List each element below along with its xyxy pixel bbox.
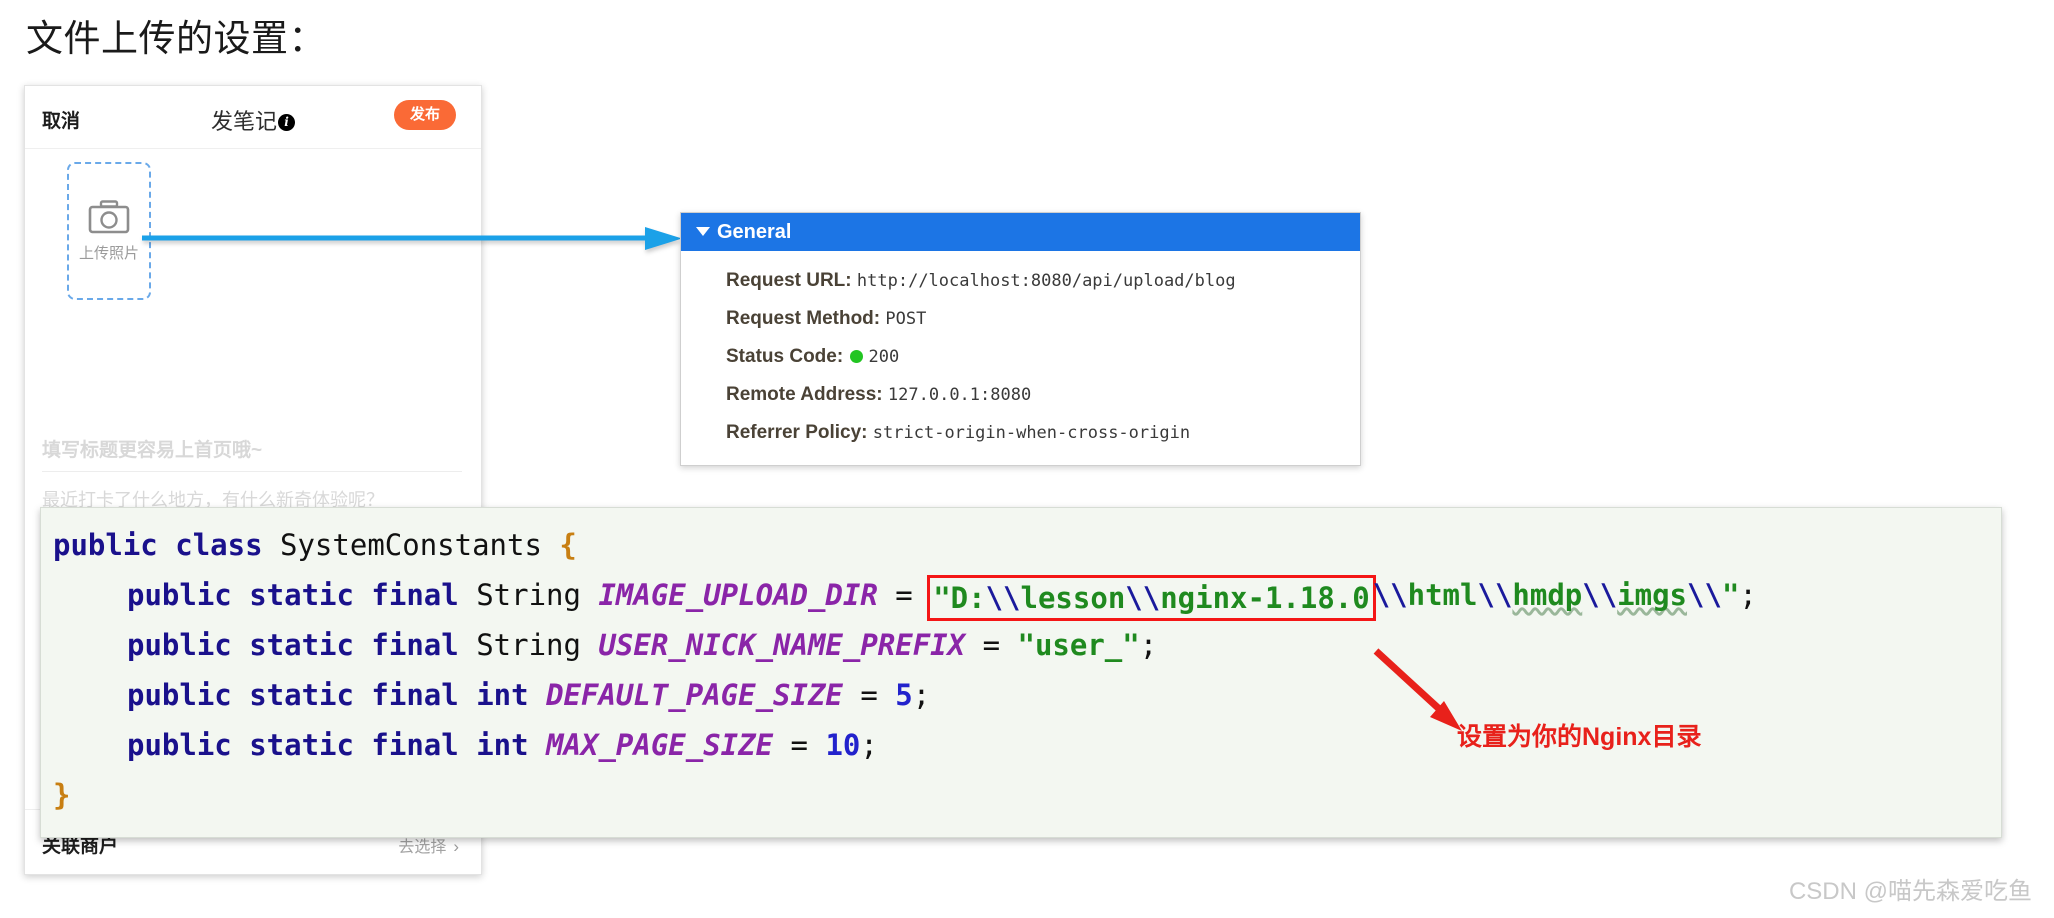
composer-title-text: 发笔记 [210,110,277,135]
str-part: " [1721,578,1740,612]
camera-icon [88,199,130,234]
highlighted-path-box: "D:\\lesson\\nginx-1.18.0 [927,575,1376,621]
table-row: Status Code: 200 [681,338,1360,376]
escape-part: \\ [985,581,1021,615]
number-literal: 10 [825,728,861,762]
row-value: http://localhost:8080/api/upload/blog [856,271,1236,291]
assign-op: = [790,728,808,762]
general-header-label: General [717,221,792,243]
composer-header: 取消 发笔记 i 发布 [25,86,481,149]
code-line-image-upload-dir: public static final String IMAGE_UPLOAD_… [41,570,2001,621]
row-value: 200 [868,347,900,367]
str-part: nginx-1.18.0 [1160,581,1370,615]
modifiers: public static final [127,678,459,712]
constant-name: DEFAULT_PAGE_SIZE [546,678,843,712]
type-name: int [476,678,529,712]
java-code-block: public class SystemConstants { public st… [40,507,2002,838]
modifiers: public static final [127,628,459,662]
modifiers: public static final [127,578,459,612]
str-part: lesson [1020,581,1126,615]
note-title-input[interactable]: 填写标题更容易上首页哦~ [42,435,262,462]
table-row: Referrer Policy: strict-origin-when-cros… [681,414,1360,452]
page-title: 文件上传的设置： [26,18,326,59]
number-literal: 5 [895,678,913,712]
chevron-down-icon [696,227,710,236]
class-name: SystemConstants [280,528,542,562]
info-icon[interactable]: i [278,114,295,131]
semicolon: ; [912,678,931,712]
keyword-public: public [53,528,158,562]
escape-part: \\ [1687,578,1722,612]
row-value: POST [885,309,927,329]
choose-merchant-label: 去选择 [398,839,447,856]
semicolon: ; [860,728,878,762]
str-part: hmdp [1512,578,1583,612]
str-part: imgs [1617,578,1688,612]
assign-op: = [860,678,878,712]
type-name: int [476,728,529,762]
str-part: html [1407,578,1478,612]
row-key: Status Code: [726,346,844,367]
string-literal: "user_" [1017,628,1140,662]
title-divider [42,471,462,472]
assign-op: = [895,578,913,612]
code-line-default-page-size: public static final int DEFAULT_PAGE_SIZ… [41,670,2001,720]
escape-part: \\ [1582,578,1618,612]
row-key: Request Method: [726,308,881,329]
watermark: CSDN @喵先森爱吃鱼 [1788,878,2032,905]
code-line-nick-prefix: public static final String USER_NICK_NAM… [41,620,2001,670]
semicolon: ; [1739,578,1757,612]
escape-part: \\ [1125,581,1161,615]
annotation-label: 设置为你的Nginx目录 [1457,723,1702,751]
close-brace: } [53,778,71,812]
constant-name: IMAGE_UPLOAD_DIR [598,578,878,612]
type-name: String [476,578,581,612]
escape-part: \\ [1372,578,1408,612]
table-row: Request URL: http://localhost:8080/api/u… [681,262,1360,300]
code-line-close-brace: } [41,770,2001,820]
code-line-max-page-size: public static final int MAX_PAGE_SIZE = … [41,720,2001,770]
assign-op: = [982,628,1001,662]
general-rows: Request URL: http://localhost:8080/api/u… [681,251,1360,465]
row-value: 127.0.0.1:8080 [887,385,1032,405]
row-key: Referrer Policy: [726,422,868,443]
status-ok-icon [850,350,864,363]
modifiers: public static final [127,728,459,762]
code-line-class-decl: public class SystemConstants { [41,520,2001,570]
row-value: strict-origin-when-cross-origin [872,423,1191,443]
row-key: Request URL: [726,270,852,291]
keyword-class: class [175,528,263,562]
devtools-general-panel: General Request URL: http://localhost:80… [680,212,1361,466]
type-name: String [476,628,581,662]
semicolon: ; [1139,628,1158,662]
publish-button[interactable]: 发布 [394,100,456,130]
escape-part: \\ [1477,578,1513,612]
table-row: Remote Address: 127.0.0.1:8080 [681,376,1360,414]
constant-name: USER_NICK_NAME_PREFIX [598,628,966,662]
upload-photo-label: 上传照片 [78,244,139,262]
constant-name: MAX_PAGE_SIZE [546,728,774,762]
open-brace: { [559,528,577,562]
upload-photo-dropzone[interactable]: 上传照片 [67,162,151,300]
row-key: Remote Address: [726,384,883,405]
general-section-header[interactable]: General [681,213,1360,251]
chevron-right-icon: › [453,837,459,856]
str-part: "D: [933,581,986,615]
table-row: Request Method: POST [681,300,1360,338]
